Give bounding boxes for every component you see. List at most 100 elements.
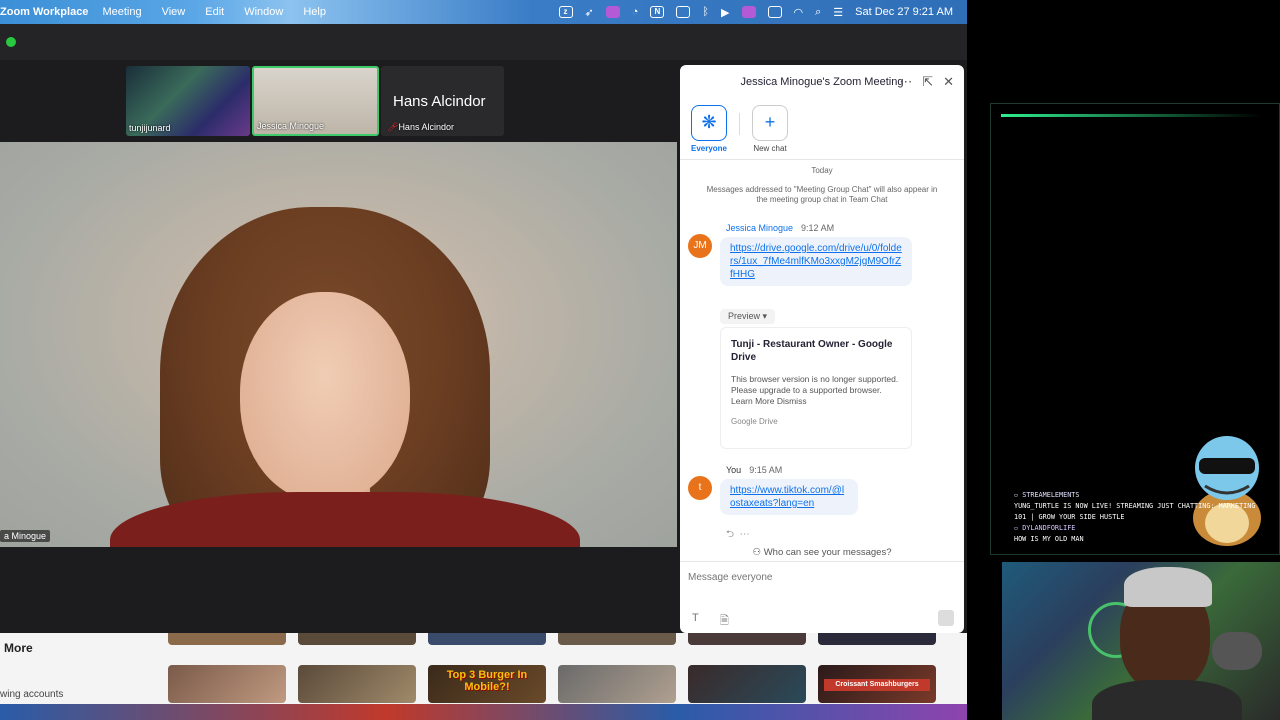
video-tile[interactable] <box>558 665 676 703</box>
video-tile[interactable] <box>688 665 806 703</box>
avatar[interactable]: JM <box>688 234 712 258</box>
plus-icon: + <box>764 112 776 132</box>
menu-view[interactable]: View <box>162 6 186 18</box>
video-tile[interactable]: Croissant Smashburgers <box>818 665 936 703</box>
message-link[interactable]: https://www.tiktok.com/@lostaxeats?lang=… <box>720 479 858 515</box>
avatar[interactable]: t <box>688 476 712 500</box>
zoom-status-icon[interactable]: z <box>558 6 573 18</box>
preview-body: This browser version is no longer suppor… <box>731 374 899 406</box>
stream-chat-feed: ▫ StreamElements Yung_Turtle is now live… <box>1014 490 1264 545</box>
participant-name: 🎤︎Hans Alcindor <box>387 122 454 132</box>
tab-divider <box>739 113 740 135</box>
active-speaker-name: a Minogue <box>0 530 51 542</box>
more-options-icon[interactable]: ⋯ <box>899 74 912 90</box>
tab-everyone-label: Everyone <box>690 144 728 153</box>
popout-icon[interactable]: ⇱ <box>922 74 933 90</box>
video-tile[interactable] <box>298 665 416 703</box>
video-tile-top[interactable] <box>818 633 936 645</box>
preview-source: Google Drive <box>731 417 778 426</box>
image-icon[interactable] <box>676 6 691 18</box>
send-button[interactable] <box>938 610 954 626</box>
macos-menubar: Zoom Workplace Meeting View Edit Window … <box>0 0 967 24</box>
thumbnail-hans[interactable]: Hans Alcindor 🎤︎Hans Alcindor <box>381 66 504 136</box>
speaker-face <box>240 292 410 502</box>
menu-edit[interactable]: Edit <box>205 6 224 18</box>
chevron-down-icon: ▾ <box>762 311 768 321</box>
menu-help[interactable]: Help <box>303 6 326 18</box>
activity-icon[interactable]: ◔ <box>632 6 639 18</box>
bluetooth-icon[interactable]: ᛒ <box>702 6 709 18</box>
rocket-icon[interactable]: ➶ <box>585 6 594 19</box>
video-tile-top[interactable] <box>168 633 286 645</box>
sender-name[interactable]: Jessica Minogue <box>726 223 793 233</box>
participant-name: Jessica Minogue <box>257 121 325 131</box>
message-time: 9:15 AM <box>749 465 783 475</box>
screen-share-icon[interactable] <box>605 6 620 18</box>
video-tile-caption: Top 3 Burger In Mobile?! <box>446 669 528 693</box>
desktop-dock-background <box>0 704 967 720</box>
sender-name: You <box>726 465 742 475</box>
thumbnail-jessica[interactable]: Jessica Minogue <box>252 66 379 136</box>
preview-title: Tunji - Restaurant Owner - Google Drive <box>731 339 893 363</box>
notion-icon[interactable]: N <box>650 6 665 18</box>
attach-file-icon[interactable]: 🗎︎ <box>720 612 729 631</box>
video-tile[interactable] <box>168 665 286 703</box>
chat-username: ▫ StreamElements <box>1014 491 1080 499</box>
date-separator: Today <box>811 166 833 175</box>
chat-message: Yung_Turtle is now live! Streaming Just … <box>1014 502 1256 521</box>
battery-icon[interactable] <box>767 6 782 18</box>
chat-message: How is my old man <box>1014 535 1084 543</box>
wifi-icon[interactable]: ◠ <box>794 6 804 19</box>
menu-meeting[interactable]: Meeting <box>102 6 141 18</box>
message-actions: ⮌ ⋯ <box>726 527 750 544</box>
chat-header-actions: ⋯ ⇱ ✕ <box>899 74 954 90</box>
close-icon[interactable]: ✕ <box>943 74 954 90</box>
message-time: 9:12 AM <box>801 223 835 233</box>
microphone-icon <box>1212 632 1262 670</box>
tab-new-chat[interactable]: + <box>752 105 788 141</box>
encryption-indicator-icon[interactable] <box>6 37 16 47</box>
message-link[interactable]: https://drive.google.com/drive/u/0/folde… <box>720 237 912 286</box>
zoom-top-bar <box>0 24 967 60</box>
privacy-notice[interactable]: ⚇ Who can see your messages? <box>680 547 964 558</box>
following-accounts-label[interactable]: wing accounts <box>0 689 63 700</box>
chat-panel: Jessica Minogue's Zoom Meeting ⋯ ⇱ ✕ ❋ +… <box>680 65 964 633</box>
search-icon[interactable]: ⌕ <box>815 6 821 19</box>
app-menu[interactable]: Zoom Workplace <box>0 6 88 18</box>
video-tile-top[interactable] <box>298 633 416 645</box>
chat-notice: Messages addressed to "Meeting Group Cha… <box>706 185 938 204</box>
active-speaker-video[interactable] <box>0 142 677 547</box>
link-preview-card[interactable]: Tunji - Restaurant Owner - Google Drive … <box>720 327 912 449</box>
thumbnail-tunji[interactable]: tunjijunard <box>126 66 250 136</box>
streamer-beanie <box>1124 567 1212 607</box>
more-link[interactable]: More <box>4 641 33 655</box>
play-icon[interactable]: ▶ <box>721 6 729 19</box>
menubar-datetime[interactable]: Sat Dec 27 9:21 AM <box>855 6 953 18</box>
streamer-body <box>1092 680 1242 720</box>
preview-toggle[interactable]: Preview ▾ <box>720 309 776 324</box>
message-sender: You 9:15 AM <box>726 465 782 475</box>
divider <box>680 159 964 160</box>
reply-icon[interactable]: ⮌ <box>726 529 734 540</box>
message-input[interactable] <box>688 568 948 586</box>
video-tile-top[interactable] <box>558 633 676 645</box>
tab-everyone[interactable]: ❋ <box>691 105 727 141</box>
streamer-webcam <box>1002 562 1280 720</box>
control-center-icon[interactable]: ☰ <box>833 6 843 19</box>
participant-name-large: Hans Alcindor <box>393 93 486 110</box>
muted-mic-icon: 🎤︎ <box>387 122 399 132</box>
message-sender: Jessica Minogue 9:12 AM <box>726 223 834 233</box>
video-tile-top[interactable] <box>428 633 546 645</box>
format-text-icon[interactable]: T <box>692 612 699 624</box>
chat-username: ▫ DylandForLife <box>1014 524 1076 532</box>
video-tile-caption: Croissant Smashburgers <box>824 679 930 691</box>
people-icon: ⚇ <box>752 547 762 558</box>
browser-content-strip: More wing accounts Top 3 Burger In Mobil… <box>0 633 967 704</box>
window-icon[interactable] <box>741 6 756 18</box>
people-icon: ❋ <box>701 112 717 132</box>
video-tile-top[interactable] <box>688 633 806 645</box>
more-icon[interactable]: ⋯ <box>740 529 750 540</box>
video-tile[interactable]: Top 3 Burger In Mobile?! <box>428 665 546 703</box>
menu-window[interactable]: Window <box>244 6 283 18</box>
overlay-accent <box>1001 114 1261 117</box>
